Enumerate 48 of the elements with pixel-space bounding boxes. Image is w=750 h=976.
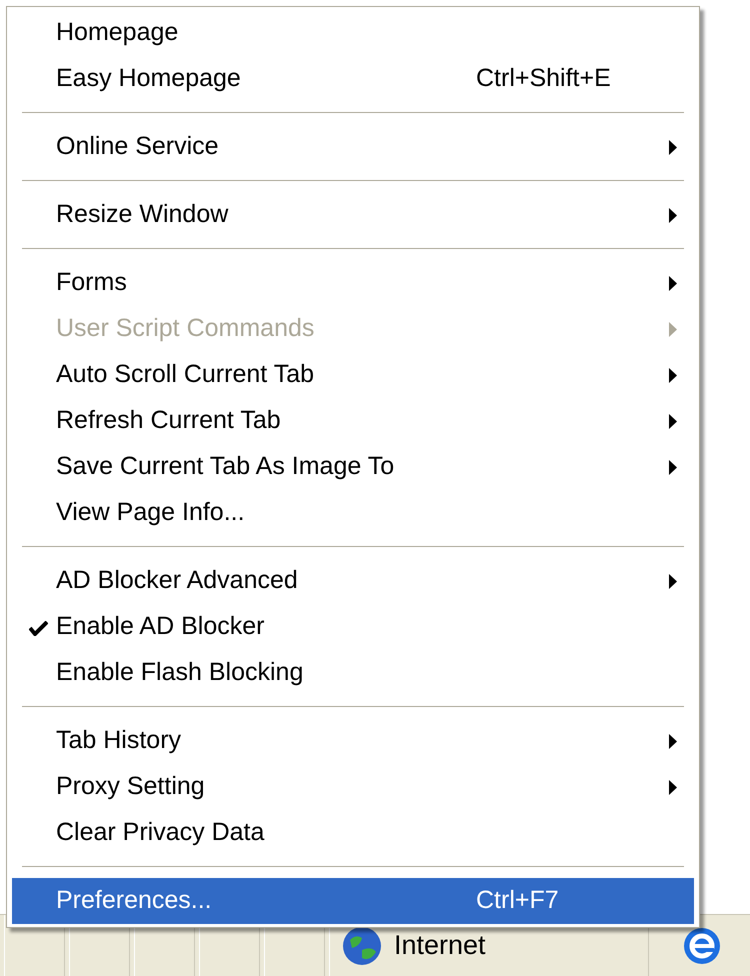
menu-item[interactable]: Auto Scroll Current Tab: [12, 352, 694, 398]
menu-item[interactable]: View Page Info...: [12, 490, 694, 536]
globe-icon: [342, 926, 382, 966]
submenu-arrow-icon: [669, 368, 677, 383]
menu-item-label: Easy Homepage: [56, 63, 242, 94]
submenu-arrow-icon: [669, 734, 677, 749]
submenu-arrow-icon: [669, 140, 677, 155]
shortcut-label: Ctrl+F7: [476, 885, 559, 916]
menu-item[interactable]: Refresh Current Tab: [12, 398, 694, 444]
menu-item-label: Tab History: [56, 725, 182, 756]
checkmark-icon: [29, 621, 48, 636]
menu-item[interactable]: Forms: [12, 260, 694, 306]
menu-item-label: Refresh Current Tab: [56, 405, 282, 436]
menu-item-label: Online Service: [56, 131, 220, 162]
submenu-arrow-icon: [669, 460, 677, 475]
submenu-arrow-icon: [669, 208, 677, 223]
zone-label: Internet: [394, 929, 486, 962]
menu-item[interactable]: Homepage: [12, 10, 694, 56]
submenu-arrow-icon: [669, 322, 677, 337]
menu-item[interactable]: Easy Homepage Ctrl+Shift+E: [12, 56, 694, 102]
menu-item[interactable]: Enable Flash Blocking: [12, 650, 694, 696]
menu-item-label: Forms: [56, 267, 128, 298]
submenu-arrow-icon: [669, 574, 677, 589]
menu-item-label: Enable AD Blocker: [56, 611, 266, 642]
menu-item-label: Clear Privacy Data: [56, 817, 266, 848]
menu-item-label: Preferences...: [56, 885, 213, 916]
menu-item[interactable]: AD Blocker Advanced: [12, 558, 694, 604]
menu-item[interactable]: Save Current Tab As Image To: [12, 444, 694, 490]
menu-item[interactable]: Clear Privacy Data: [12, 810, 694, 856]
menu-item-label: AD Blocker Advanced: [56, 565, 299, 596]
menu-item-label: View Page Info...: [56, 497, 246, 528]
menu-item-label: User Script Commands: [56, 313, 316, 344]
menu-item-label: Save Current Tab As Image To: [56, 451, 396, 482]
submenu-arrow-icon: [669, 414, 677, 429]
menu-item[interactable]: Proxy Setting: [12, 764, 694, 810]
menu-item[interactable]: Preferences... Ctrl+F7: [12, 878, 694, 924]
menu-item-label: Proxy Setting: [56, 771, 206, 802]
menu-item[interactable]: Online Service: [12, 124, 694, 170]
menu-item[interactable]: Enable AD Blocker: [12, 604, 694, 650]
menu-item-label: Homepage: [56, 17, 180, 48]
menu-item-label: Resize Window: [56, 199, 230, 230]
menu-item-label: Enable Flash Blocking: [56, 657, 304, 688]
submenu-arrow-icon: [669, 780, 677, 795]
submenu-arrow-icon: [669, 276, 677, 291]
menu-item-label: Auto Scroll Current Tab: [56, 359, 315, 390]
menu-item[interactable]: Tab History: [12, 718, 694, 764]
menu-item[interactable]: Resize Window: [12, 192, 694, 238]
shortcut-label: Ctrl+Shift+E: [476, 63, 611, 94]
